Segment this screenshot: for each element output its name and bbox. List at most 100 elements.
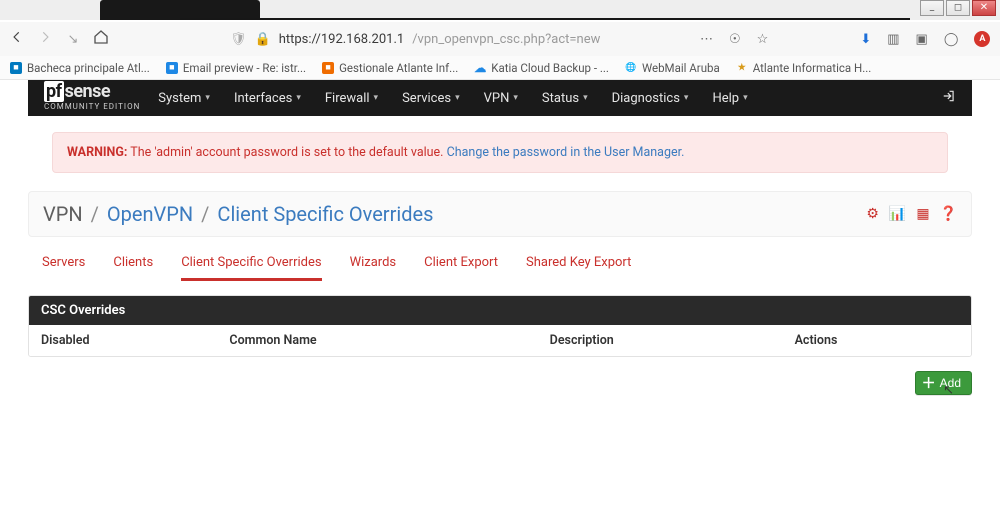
bookmarks-bar: ■ Bacheca principale Atl... ■ Email preview… <box>0 56 1000 80</box>
breadcrumb-bar: VPN / OpenVPN / Client Specific Override… <box>28 191 972 237</box>
warning-label: WARNING: <box>67 145 127 160</box>
warning-banner: WARNING: The 'admin' account password is… <box>52 132 948 173</box>
downloads-icon[interactable]: ⬇ <box>860 32 871 47</box>
window-controls: _ ◻ ✕ <box>920 0 996 16</box>
top-menus: System▾Interfaces▾Firewall▾Services▾VPN▾… <box>158 91 747 106</box>
tab-clients[interactable]: Clients <box>113 255 153 281</box>
bookmark-item[interactable]: ■ Bacheca principale Atl... <box>10 61 150 75</box>
menu-system[interactable]: System▾ <box>158 91 210 106</box>
tab-underline <box>180 18 910 20</box>
shield-icon: 🛡 <box>230 32 247 47</box>
tab-client-export[interactable]: Client Export <box>424 255 498 281</box>
bookmark-item[interactable]: ★Atlante Informatica H... <box>736 61 872 75</box>
stats-icon[interactable]: 📊 <box>889 206 906 222</box>
favicon-orange-icon: ■ <box>322 62 334 74</box>
url-host: https://192.168.201.1 <box>279 32 404 47</box>
bookmark-label: Email preview - Re: istr... <box>183 61 306 75</box>
address-bar[interactable]: 🛡 🔒 https://192.168.201.1/vpn_openvpn_cs… <box>230 32 690 47</box>
bookmark-label: Katia Cloud Backup - ... <box>491 61 609 75</box>
menu-label: Help <box>712 91 739 106</box>
tab-servers[interactable]: Servers <box>42 255 85 281</box>
library-icon[interactable]: ▥ <box>887 32 899 47</box>
bookmark-item[interactable]: ■ Gestionale Atlante Inf... <box>322 61 458 75</box>
add-button[interactable]: ＋ Add <box>915 371 972 395</box>
logout-icon[interactable] <box>942 89 956 107</box>
tab-shared-key-export[interactable]: Shared Key Export <box>526 255 631 281</box>
forward-button[interactable] <box>36 30 54 48</box>
caret-down-icon: ▾ <box>296 93 301 103</box>
menu-label: Status <box>542 91 579 106</box>
csc-table: DisabledCommon NameDescriptionActions <box>29 325 971 356</box>
tab-client-specific-overrides[interactable]: Client Specific Overrides <box>181 255 321 281</box>
menu-label: Interfaces <box>234 91 292 106</box>
breadcrumb: VPN / OpenVPN / Client Specific Override… <box>43 202 433 226</box>
lock-icon: 🔒 <box>255 32 271 47</box>
col-disabled: Disabled <box>29 325 217 356</box>
csc-overrides-panel: CSC Overrides DisabledCommon NameDescrip… <box>28 295 972 357</box>
back-button[interactable] <box>8 30 26 48</box>
account-icon[interactable]: ◯ <box>944 32 959 47</box>
menu-label: Firewall <box>325 91 370 106</box>
plus-icon: ＋ <box>922 377 936 389</box>
menu-label: VPN <box>484 91 510 106</box>
bookmark-label: Gestionale Atlante Inf... <box>339 61 458 75</box>
more-icon[interactable]: ⋯ <box>700 32 713 47</box>
tab-wizards[interactable]: Wizards <box>350 255 397 281</box>
bookmark-star-icon[interactable]: ☆ <box>757 32 769 47</box>
tab-nav: Servers Clients Client Specific Overrides W… <box>28 237 972 281</box>
menu-vpn[interactable]: VPN▾ <box>484 91 518 106</box>
breadcrumb-sep: / <box>91 202 99 226</box>
favicon-blue-icon: ■ <box>166 62 178 74</box>
bookmark-label: Atlante Informatica H... <box>753 61 872 75</box>
warning-text: The 'admin' account password is set to t… <box>130 145 443 160</box>
menu-diagnostics[interactable]: Diagnostics▾ <box>612 91 689 106</box>
caret-down-icon: ▾ <box>455 93 460 103</box>
pfsense-logo[interactable]: pfsense COMMUNITY EDITION <box>44 85 140 111</box>
favicon-trello-icon: ■ <box>10 62 22 74</box>
add-button-label: Add <box>940 376 961 390</box>
menu-interfaces[interactable]: Interfaces ▾ <box>234 91 301 106</box>
menu-help[interactable]: Help ▾ <box>712 91 747 106</box>
bookmark-label: Bacheca principale Atl... <box>27 61 150 75</box>
breadcrumb-page[interactable]: Client Specific Overrides <box>217 202 433 226</box>
browser-nav-buttons: ↘ <box>8 29 110 49</box>
menu-status[interactable]: Status ▾ <box>542 91 588 106</box>
breadcrumb-root[interactable]: VPN <box>43 202 83 226</box>
menu-firewall[interactable]: Firewall ▾ <box>325 91 378 106</box>
bookmark-item[interactable]: ☁Katia Cloud Backup - ... <box>474 61 609 75</box>
page-content: WARNING: The 'admin' account password is… <box>28 116 972 395</box>
log-icon[interactable]: ▦ <box>916 206 929 222</box>
reload-button[interactable]: ↘ <box>64 32 82 47</box>
caret-down-icon: ▾ <box>374 93 379 103</box>
adblock-icon[interactable]: A <box>974 31 990 47</box>
screenshot-icon[interactable]: ▣ <box>916 32 928 47</box>
menu-label: Services <box>402 91 451 106</box>
home-button[interactable] <box>92 29 110 49</box>
bookmark-item[interactable]: ■ Email preview - Re: istr... <box>166 61 306 75</box>
window-minimize-button[interactable]: _ <box>920 0 944 16</box>
favicon-globe-icon: 🌐 <box>625 62 637 74</box>
browser-tab-strip <box>0 0 1000 20</box>
help-icon[interactable]: ❓ <box>940 206 957 222</box>
add-row: ＋ Add ↖ <box>28 371 972 395</box>
caret-down-icon: ▾ <box>513 93 518 103</box>
menu-label: Diagnostics <box>612 91 680 106</box>
pfsense-top-nav: pfsense COMMUNITY EDITION System▾Interfa… <box>28 80 972 116</box>
menu-services[interactable]: Services ▾ <box>402 91 460 106</box>
logo-sense: sense <box>65 81 111 102</box>
window-close-button[interactable]: ✕ <box>972 0 996 16</box>
menu-label: System <box>158 91 201 106</box>
breadcrumb-section[interactable]: OpenVPN <box>107 202 193 226</box>
reader-icon[interactable]: ☉ <box>729 32 741 47</box>
window-maximize-button[interactable]: ◻ <box>946 0 970 16</box>
warning-link[interactable]: Change the password in the User Manager. <box>447 145 685 160</box>
active-browser-tab[interactable] <box>100 0 260 20</box>
caret-down-icon: ▾ <box>583 93 588 103</box>
caret-down-icon: ▾ <box>743 93 748 103</box>
breadcrumb-actions: ⚙ 📊 ▦ ❓ <box>866 206 957 222</box>
browser-right-icons: ⋯ ☉ ☆ ⬇ ▥ ▣ ◯ A ≡ <box>700 31 1000 47</box>
bookmark-item[interactable]: 🌐WebMail Aruba <box>625 61 720 75</box>
panel-title: CSC Overrides <box>29 296 971 325</box>
breadcrumb-sep: / <box>201 202 209 226</box>
settings-icon[interactable]: ⚙ <box>866 206 879 222</box>
